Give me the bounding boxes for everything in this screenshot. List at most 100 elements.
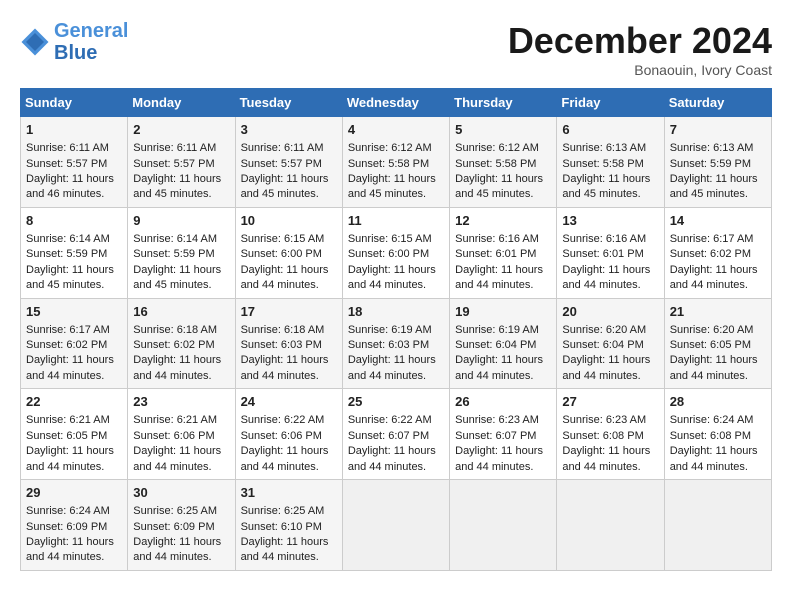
day-info: and 44 minutes. (133, 460, 229, 475)
day-info: Sunset: 6:04 PM (455, 338, 551, 353)
day-info: Daylight: 11 hours (455, 172, 551, 187)
day-header: Friday (557, 89, 664, 117)
day-info: Sunset: 6:09 PM (133, 520, 229, 535)
calendar-week-row: 1Sunrise: 6:11 AMSunset: 5:57 PMDaylight… (21, 117, 772, 208)
day-info: and 44 minutes. (670, 369, 766, 384)
day-number: 27 (562, 393, 658, 411)
calendar-cell: 7Sunrise: 6:13 AMSunset: 5:59 PMDaylight… (664, 117, 771, 208)
day-info: Sunset: 6:07 PM (455, 429, 551, 444)
day-info: Sunset: 6:05 PM (670, 338, 766, 353)
day-number: 10 (241, 212, 337, 230)
title-block: December 2024 Bonaouin, Ivory Coast (508, 20, 772, 78)
day-number: 7 (670, 121, 766, 139)
day-info: and 44 minutes. (348, 278, 444, 293)
day-number: 18 (348, 303, 444, 321)
calendar-cell: 5Sunrise: 6:12 AMSunset: 5:58 PMDaylight… (450, 117, 557, 208)
day-info: Sunset: 6:10 PM (241, 520, 337, 535)
calendar-cell: 13Sunrise: 6:16 AMSunset: 6:01 PMDayligh… (557, 207, 664, 298)
day-info: Sunrise: 6:14 AM (26, 232, 122, 247)
day-number: 9 (133, 212, 229, 230)
day-info: Daylight: 11 hours (348, 353, 444, 368)
day-number: 19 (455, 303, 551, 321)
day-info: Sunset: 5:57 PM (26, 157, 122, 172)
day-info: Sunset: 6:02 PM (670, 247, 766, 262)
day-info: Daylight: 11 hours (562, 263, 658, 278)
day-number: 20 (562, 303, 658, 321)
day-header: Sunday (21, 89, 128, 117)
day-info: Sunset: 6:07 PM (348, 429, 444, 444)
day-info: and 44 minutes. (455, 278, 551, 293)
day-info: Daylight: 11 hours (455, 263, 551, 278)
calendar-cell: 22Sunrise: 6:21 AMSunset: 6:05 PMDayligh… (21, 389, 128, 480)
day-info: Sunset: 6:05 PM (26, 429, 122, 444)
day-header: Thursday (450, 89, 557, 117)
day-info: Sunrise: 6:17 AM (26, 323, 122, 338)
day-info: and 44 minutes. (241, 550, 337, 565)
logo-icon (20, 27, 50, 57)
day-info: Daylight: 11 hours (26, 263, 122, 278)
day-number: 25 (348, 393, 444, 411)
month-title: December 2024 (508, 20, 772, 62)
day-info: Sunset: 5:58 PM (348, 157, 444, 172)
calendar-cell: 2Sunrise: 6:11 AMSunset: 5:57 PMDaylight… (128, 117, 235, 208)
day-number: 31 (241, 484, 337, 502)
calendar-body: 1Sunrise: 6:11 AMSunset: 5:57 PMDaylight… (21, 117, 772, 571)
day-info: Daylight: 11 hours (241, 172, 337, 187)
calendar-cell: 23Sunrise: 6:21 AMSunset: 6:06 PMDayligh… (128, 389, 235, 480)
day-number: 29 (26, 484, 122, 502)
day-info: Sunrise: 6:21 AM (133, 413, 229, 428)
day-number: 22 (26, 393, 122, 411)
calendar-cell: 21Sunrise: 6:20 AMSunset: 6:05 PMDayligh… (664, 298, 771, 389)
calendar-cell: 25Sunrise: 6:22 AMSunset: 6:07 PMDayligh… (342, 389, 449, 480)
day-info: and 44 minutes. (26, 369, 122, 384)
calendar-table: SundayMondayTuesdayWednesdayThursdayFrid… (20, 88, 772, 571)
day-info: Sunrise: 6:19 AM (348, 323, 444, 338)
calendar-cell (557, 480, 664, 571)
calendar-cell: 3Sunrise: 6:11 AMSunset: 5:57 PMDaylight… (235, 117, 342, 208)
day-info: and 46 minutes. (26, 187, 122, 202)
day-info: Sunrise: 6:23 AM (455, 413, 551, 428)
day-info: and 45 minutes. (26, 278, 122, 293)
day-info: and 44 minutes. (455, 460, 551, 475)
day-info: Sunrise: 6:25 AM (133, 504, 229, 519)
day-number: 24 (241, 393, 337, 411)
calendar-cell: 4Sunrise: 6:12 AMSunset: 5:58 PMDaylight… (342, 117, 449, 208)
day-number: 23 (133, 393, 229, 411)
day-info: Daylight: 11 hours (455, 444, 551, 459)
day-info: and 44 minutes. (26, 460, 122, 475)
day-info: Sunrise: 6:13 AM (562, 141, 658, 156)
day-info: and 44 minutes. (670, 460, 766, 475)
calendar-cell: 8Sunrise: 6:14 AMSunset: 5:59 PMDaylight… (21, 207, 128, 298)
day-info: Sunrise: 6:16 AM (562, 232, 658, 247)
day-info: Sunrise: 6:24 AM (670, 413, 766, 428)
day-info: Daylight: 11 hours (26, 444, 122, 459)
day-header: Monday (128, 89, 235, 117)
calendar-header-row: SundayMondayTuesdayWednesdayThursdayFrid… (21, 89, 772, 117)
day-info: Sunset: 6:00 PM (348, 247, 444, 262)
day-info: Daylight: 11 hours (670, 353, 766, 368)
day-info: Sunrise: 6:12 AM (348, 141, 444, 156)
day-info: and 44 minutes. (26, 550, 122, 565)
day-info: Daylight: 11 hours (26, 353, 122, 368)
calendar-cell: 6Sunrise: 6:13 AMSunset: 5:58 PMDaylight… (557, 117, 664, 208)
calendar-cell: 10Sunrise: 6:15 AMSunset: 6:00 PMDayligh… (235, 207, 342, 298)
day-info: Daylight: 11 hours (241, 353, 337, 368)
calendar-cell: 27Sunrise: 6:23 AMSunset: 6:08 PMDayligh… (557, 389, 664, 480)
day-info: Sunrise: 6:14 AM (133, 232, 229, 247)
day-info: Sunrise: 6:17 AM (670, 232, 766, 247)
day-info: Sunrise: 6:23 AM (562, 413, 658, 428)
calendar-cell: 11Sunrise: 6:15 AMSunset: 6:00 PMDayligh… (342, 207, 449, 298)
day-info: and 44 minutes. (670, 278, 766, 293)
day-info: Daylight: 11 hours (133, 172, 229, 187)
day-header: Tuesday (235, 89, 342, 117)
day-info: Sunrise: 6:15 AM (241, 232, 337, 247)
day-info: Sunset: 6:09 PM (26, 520, 122, 535)
location: Bonaouin, Ivory Coast (508, 62, 772, 78)
day-info: Daylight: 11 hours (133, 353, 229, 368)
day-info: and 44 minutes. (348, 460, 444, 475)
day-info: Daylight: 11 hours (562, 353, 658, 368)
day-info: Sunrise: 6:19 AM (455, 323, 551, 338)
calendar-cell: 15Sunrise: 6:17 AMSunset: 6:02 PMDayligh… (21, 298, 128, 389)
day-info: Sunset: 6:02 PM (133, 338, 229, 353)
page-header: General Blue December 2024 Bonaouin, Ivo… (20, 20, 772, 78)
